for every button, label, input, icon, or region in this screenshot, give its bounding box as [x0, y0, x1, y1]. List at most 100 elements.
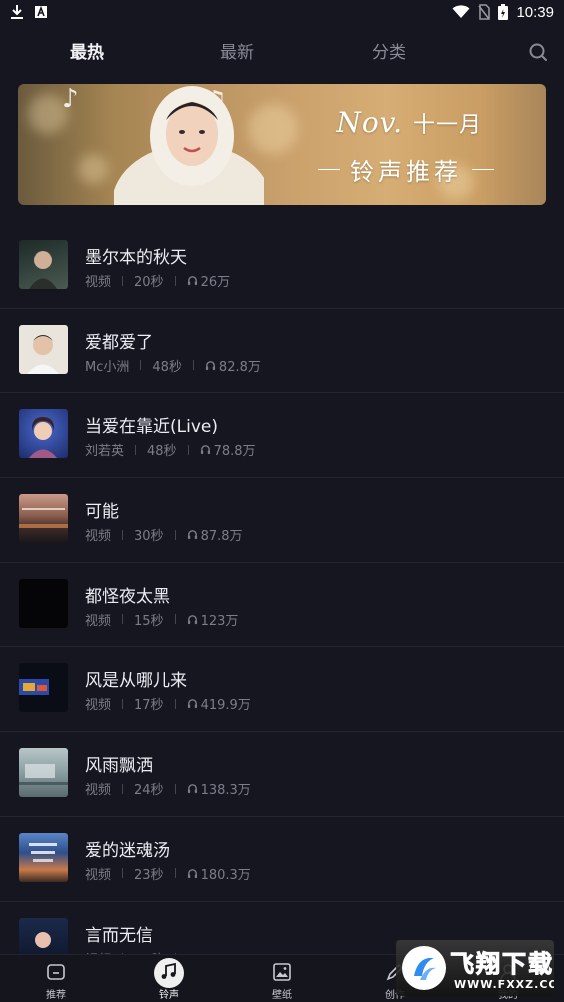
song-plays: 78.8万 — [213, 444, 256, 460]
headphones-icon — [187, 276, 197, 286]
list-item[interactable]: 风雨飘洒 视频 24秒 138.3万 — [0, 732, 564, 817]
list-item[interactable]: 当爱在靠近(Live) 刘若英 48秒 78.8万 — [0, 393, 564, 479]
song-author: 视频 — [85, 275, 112, 290]
image-icon — [273, 963, 291, 981]
song-duration: 30秒 — [134, 529, 164, 545]
search-icon[interactable] — [526, 40, 550, 64]
song-title: 当爱在靠近(Live) — [85, 417, 218, 438]
bokeh-light — [78, 154, 108, 184]
recommend-icon — [47, 964, 65, 980]
song-title: 可能 — [85, 502, 119, 523]
song-title: 言而无信 — [85, 925, 153, 946]
wifi-icon — [452, 5, 470, 18]
no-sim-icon — [478, 4, 491, 20]
song-meta: Mc小洲 48秒 82.8万 — [85, 356, 261, 375]
song-plays: 87.8万 — [200, 529, 243, 545]
song-meta: 视频 15秒 123万 — [85, 610, 238, 629]
song-meta: 视频 23秒 180.3万 — [85, 864, 251, 883]
song-thumbnail — [19, 240, 68, 289]
banner[interactable]: ♪ ♫ Nov. 十一月 铃声推荐 — [18, 84, 546, 205]
tab-category[interactable]: 分类 — [372, 38, 406, 63]
list-item[interactable]: 爱都爱了 Mc小洲 48秒 82.8万 — [0, 309, 564, 394]
list-item[interactable]: 可能 视频 30秒 87.8万 — [0, 478, 564, 563]
watermark-logo-icon — [402, 946, 446, 990]
song-plays: 419.9万 — [200, 698, 251, 714]
song-duration: 48秒 — [147, 444, 177, 460]
list-item[interactable]: 爱的迷魂汤 视频 23秒 180.3万 — [0, 817, 564, 902]
tab-new[interactable]: 最新 — [220, 38, 254, 63]
song-author: 视频 — [85, 867, 112, 883]
status-bar: 10:39 — [0, 0, 564, 24]
song-duration: 24秒 — [134, 783, 164, 799]
song-author: 视频 — [85, 529, 112, 545]
headphones-icon — [187, 868, 197, 878]
song-meta: 视频 20秒 26万 — [85, 271, 230, 290]
nav-label: 铃声 — [159, 990, 179, 1001]
divider — [318, 169, 340, 170]
top-tabs: 最热 最新 分类 — [0, 30, 564, 70]
watermark-brand: 飞翔下载 — [450, 950, 554, 979]
list-item[interactable]: 墨尔本的秋天 视频 20秒 26万 — [0, 224, 564, 309]
song-duration: 23秒 — [134, 867, 164, 883]
nav-ringtone[interactable]: 铃声 — [129, 955, 209, 1002]
song-duration: 15秒 — [134, 613, 164, 629]
song-thumbnail — [19, 324, 68, 374]
banner-subtitle: 铃声推荐 — [350, 158, 462, 186]
song-thumbnail — [19, 494, 68, 544]
download-icon — [11, 5, 23, 19]
tab-hot[interactable]: 最热 — [70, 38, 104, 63]
list-item[interactable]: 都怪夜太黑 视频 15秒 123万 — [0, 563, 564, 648]
headphones-icon — [187, 530, 197, 540]
divider — [472, 169, 494, 170]
song-author: 视频 — [85, 698, 112, 714]
song-title: 墨尔本的秋天 — [85, 248, 187, 268]
song-title: 爱的迷魂汤 — [85, 840, 170, 861]
song-title: 都怪夜太黑 — [85, 586, 170, 607]
music-note-icon — [161, 962, 176, 979]
headphones-icon — [187, 614, 197, 624]
nav-label: 壁纸 — [272, 990, 292, 1001]
watermark: 飞翔下载 WWW.FXXZ.COM — [396, 940, 554, 996]
song-thumbnail — [19, 832, 68, 882]
song-thumbnail — [19, 748, 68, 798]
song-duration: 17秒 — [134, 698, 164, 714]
music-note-icon: ♪ — [62, 84, 79, 114]
banner-person-image — [114, 86, 264, 205]
song-meta: 刘若英 48秒 78.8万 — [85, 440, 256, 459]
song-plays: 82.8万 — [218, 359, 261, 375]
song-plays: 26万 — [200, 275, 231, 290]
song-plays: 123万 — [200, 613, 239, 629]
song-meta: 视频 24秒 138.3万 — [85, 779, 251, 798]
song-thumbnail — [19, 663, 68, 713]
status-time: 10:39 — [516, 3, 554, 21]
song-author: 刘若英 — [85, 444, 125, 460]
song-list: 墨尔本的秋天 视频 20秒 26万 爱都爱了 Mc小洲 48秒 82.8万 当爱… — [0, 224, 564, 986]
app-notification-icon — [35, 5, 47, 18]
headphones-icon — [187, 784, 197, 794]
song-title: 爱都爱了 — [85, 332, 153, 353]
banner-month: 十一月 — [412, 113, 482, 138]
song-duration: 48秒 — [152, 359, 182, 375]
nav-recommend[interactable]: 推荐 — [16, 955, 96, 1002]
nav-label: 推荐 — [46, 990, 66, 1001]
song-title: 风雨飘洒 — [85, 756, 153, 777]
song-author: Mc小洲 — [85, 359, 130, 375]
song-meta: 视频 17秒 419.9万 — [85, 694, 251, 713]
song-author: 视频 — [85, 613, 112, 629]
song-author: 视频 — [85, 783, 112, 799]
song-thumbnail — [19, 578, 68, 628]
headphones-icon — [187, 699, 197, 709]
battery-icon — [498, 4, 509, 20]
watermark-url: WWW.FXXZ.COM — [454, 978, 554, 991]
song-plays: 180.3万 — [200, 867, 251, 883]
headphones-icon — [200, 445, 210, 455]
nav-wallpaper[interactable]: 壁纸 — [242, 955, 322, 1002]
song-thumbnail — [19, 409, 68, 459]
banner-title: Nov. 十一月 — [336, 106, 482, 139]
song-meta: 视频 30秒 87.8万 — [85, 525, 243, 544]
list-item[interactable]: 风是从哪儿来 视频 17秒 419.9万 — [0, 647, 564, 733]
song-duration: 20秒 — [134, 275, 164, 290]
headphones-icon — [205, 360, 216, 370]
song-title: 风是从哪儿来 — [85, 671, 187, 692]
banner-subtitle-row: 铃声推荐 — [318, 152, 518, 187]
